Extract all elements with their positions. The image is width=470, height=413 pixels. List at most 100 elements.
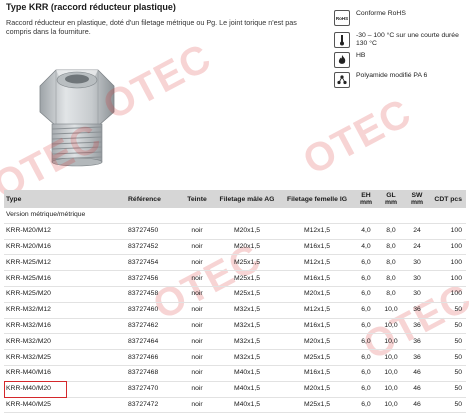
cell-cdt: 50 [430, 302, 466, 319]
cell-type: KRR-M25/M16 [4, 270, 126, 287]
cell-reference: 83727470 [126, 381, 180, 398]
cell-filetage-femelle: M16x1,5 [280, 318, 354, 335]
cell-sw: 36 [404, 302, 430, 319]
cell-eh: 6,0 [354, 302, 378, 319]
cell-teinte: noir [180, 333, 214, 351]
property-temperature-text: -30 – 100 °C sur une courte durée 130 °C [356, 32, 459, 47]
cell-type: KRR-M25/M20 [4, 286, 126, 303]
rohs-icon: RoHS [334, 10, 350, 26]
cell-teinte: noir [180, 381, 214, 398]
cell-filetage-femelle: M12x1,5 [280, 302, 354, 319]
cell-type: KRR-M20/M12 [4, 223, 126, 240]
cell-reference: 83727460 [126, 302, 180, 319]
cell-sw: 24 [404, 223, 430, 240]
table-row: KRR-M40/M20 83727470 noir M40x1,5 M20x1,5 6,0… [4, 381, 466, 398]
cell-sw: 30 [404, 286, 430, 303]
cell-cdt: 100 [430, 223, 466, 240]
cell-reference: 83727468 [126, 365, 180, 382]
watermark: OTEC [296, 90, 419, 184]
cell-filetage-male: M40x1,5 [214, 381, 280, 398]
cell-reference: 83727452 [126, 239, 180, 256]
cell-type: KRR-M40/M16 [4, 365, 126, 382]
cell-filetage-male: M32x1,5 [214, 349, 280, 366]
table-row: KRR-M40/M16 83727468 noir M40x1,5 M16x1,5 6,0… [4, 365, 466, 382]
cell-teinte: noir [180, 286, 214, 303]
table-row: KRR-M20/M12 83727450 noir M20x1,5 M12x1,5 4,0… [4, 223, 466, 240]
table-row: KRR-M25/M12 83727454 noir M25x1,5 M12x1,5 6,0… [4, 254, 466, 272]
cell-type: KRR-M40/M25 [4, 397, 126, 413]
table-row: KRR-M25/M20 83727458 noir M25x1,5 M20x1,5 6,0… [4, 286, 466, 303]
rohs-icon-label: RoHS [335, 15, 349, 21]
cell-sw: 46 [404, 381, 430, 398]
cell-sw: 36 [404, 349, 430, 366]
cell-type: KRR-M32/M12 [4, 302, 126, 319]
property-rohs-text: Conforme RoHS [356, 10, 406, 17]
cell-cdt: 50 [430, 381, 466, 398]
cell-filetage-femelle: M25x1,5 [280, 349, 354, 366]
cell-cdt: 50 [430, 397, 466, 413]
table-row: KRR-M20/M16 83727452 noir M20x1,5 M16x1,5 4,0… [4, 239, 466, 256]
cell-filetage-male: M32x1,5 [214, 318, 280, 335]
table-row: KRR-M32/M12 83727460 noir M32x1,5 M12x1,5 6,0… [4, 302, 466, 319]
col-sw: SW mm [404, 190, 430, 208]
page-title: Type KRR (raccord réducteur plastique) [6, 2, 176, 12]
product-table: Type Référence Teinte Filetage mâle AG F… [4, 190, 466, 413]
cell-cdt: 100 [430, 239, 466, 256]
cell-type: KRR-M32/M25 [4, 349, 126, 366]
cell-teinte: noir [180, 365, 214, 382]
cell-eh: 6,0 [354, 318, 378, 335]
col-filetage-femelle: Filetage femelle IG [280, 190, 354, 208]
cell-teinte: noir [180, 239, 214, 256]
cell-gl: 10,0 [378, 365, 404, 382]
property-temperature: -30 – 100 °C sur une courte durée 130 °C [334, 32, 466, 50]
cell-reference: 83727454 [126, 254, 180, 272]
cell-filetage-male: M32x1,5 [214, 333, 280, 351]
table-row: KRR-M32/M16 83727462 noir M32x1,5 M16x1,5 6,0… [4, 318, 466, 335]
cell-teinte: noir [180, 349, 214, 366]
table-header-row: Type Référence Teinte Filetage mâle AG F… [4, 190, 466, 208]
col-eh: EH mm [354, 190, 378, 208]
cell-eh: 6,0 [354, 381, 378, 398]
cell-sw: 46 [404, 365, 430, 382]
cell-gl: 8,0 [378, 254, 404, 272]
cell-gl: 8,0 [378, 239, 404, 256]
cell-gl: 10,0 [378, 397, 404, 413]
col-cdt: CDT pcs [430, 190, 466, 208]
cell-eh: 6,0 [354, 270, 378, 287]
cell-filetage-male: M25x1,5 [214, 286, 280, 303]
cell-sw: 46 [404, 397, 430, 413]
cell-type: KRR-M32/M16 [4, 318, 126, 335]
cell-gl: 10,0 [378, 349, 404, 366]
cell-eh: 6,0 [354, 286, 378, 303]
cell-cdt: 50 [430, 365, 466, 382]
cell-cdt: 50 [430, 318, 466, 335]
cell-sw: 36 [404, 318, 430, 335]
cell-gl: 8,0 [378, 286, 404, 303]
cell-filetage-male: M40x1,5 [214, 365, 280, 382]
cell-teinte: noir [180, 254, 214, 272]
cell-gl: 10,0 [378, 302, 404, 319]
cell-eh: 6,0 [354, 365, 378, 382]
cell-filetage-male: M40x1,5 [214, 397, 280, 413]
cell-cdt: 100 [430, 286, 466, 303]
cell-filetage-femelle: M16x1,5 [280, 239, 354, 256]
cell-gl: 8,0 [378, 223, 404, 240]
cell-filetage-femelle: M16x1,5 [280, 270, 354, 287]
cell-reference: 83727466 [126, 349, 180, 366]
cell-filetage-male: M32x1,5 [214, 302, 280, 319]
col-type: Type [4, 190, 126, 208]
section-label: Version métrique/métrique [4, 208, 466, 224]
col-gl: GL mm [378, 190, 404, 208]
cell-gl: 8,0 [378, 270, 404, 287]
table-row: KRR-M40/M25 83727472 noir M40x1,5 M25x1,5 6,0… [4, 397, 466, 413]
cell-reference: 83727472 [126, 397, 180, 413]
cell-reference: 83727458 [126, 286, 180, 303]
cell-type: KRR-M25/M12 [4, 254, 126, 272]
cell-gl: 10,0 [378, 381, 404, 398]
cell-filetage-male: M20x1,5 [214, 223, 280, 240]
col-filetage-male: Filetage mâle AG [214, 190, 280, 208]
property-material-text: Polyamide modifié PA 6 [356, 72, 428, 79]
table-row: KRR-M25/M16 83727456 noir M25x1,5 M16x1,5 6,0… [4, 270, 466, 287]
cell-filetage-femelle: M12x1,5 [280, 254, 354, 272]
cell-reference: 83727464 [126, 333, 180, 351]
